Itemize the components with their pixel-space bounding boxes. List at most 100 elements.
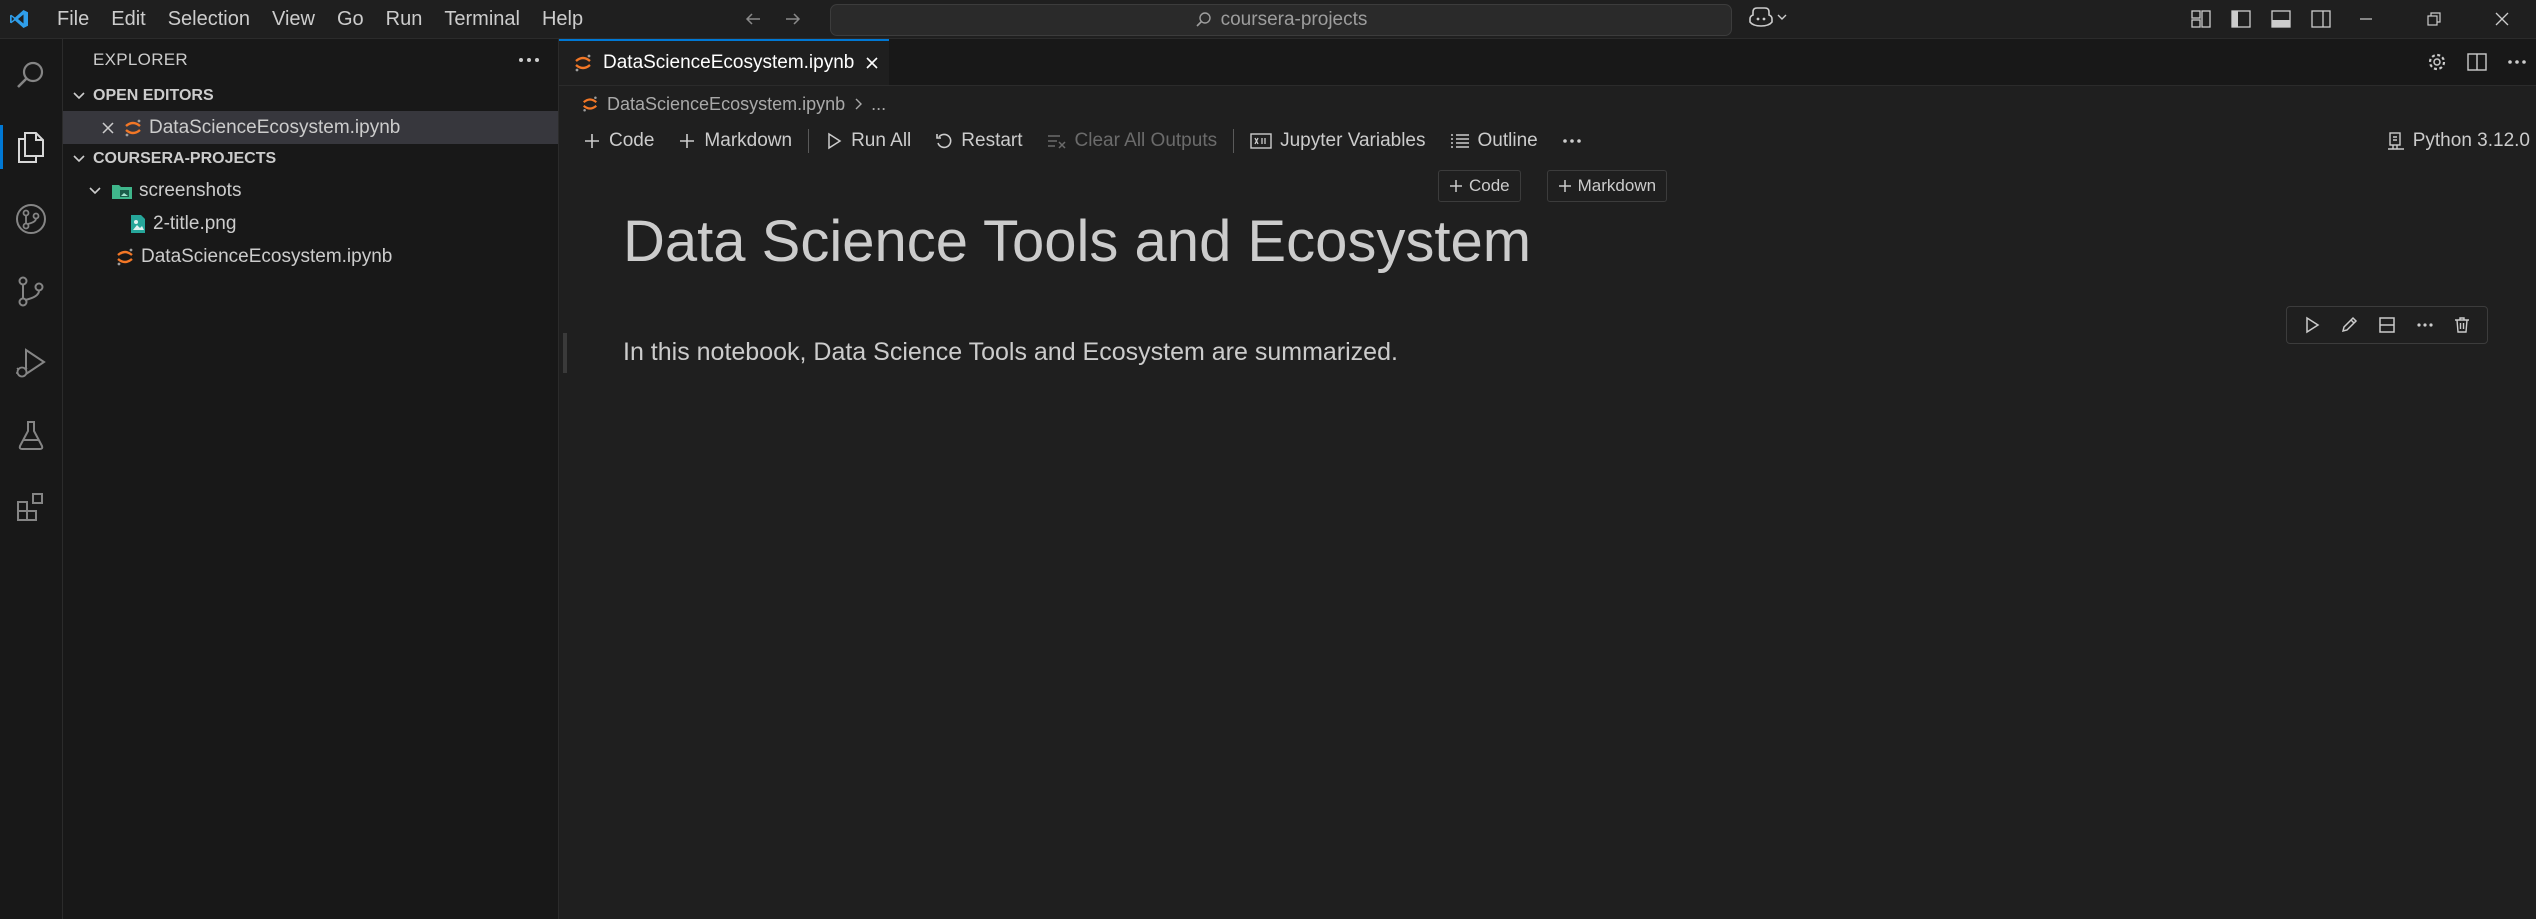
command-center-search[interactable]: coursera-projects — [830, 4, 1732, 36]
plus-icon — [1558, 180, 1571, 192]
activity-testing[interactable] — [0, 399, 62, 471]
restart-button[interactable]: Restart — [923, 125, 1034, 157]
plus-icon — [680, 134, 695, 148]
kernel-picker[interactable]: Python 3.12.0 — [2387, 122, 2530, 160]
close-icon[interactable] — [865, 56, 879, 70]
activity-run-debug[interactable] — [0, 327, 62, 399]
breadcrumb: DataScienceEcosystem.ipynb ... — [559, 86, 2536, 122]
plus-icon — [585, 134, 599, 148]
source-control-icon — [18, 276, 44, 307]
explorer-sidebar: EXPLORER OPEN EDITORS DataScienceEcosyst… — [63, 39, 559, 919]
toggle-panel-icon[interactable] — [2268, 6, 2294, 32]
run-all-button[interactable]: Run All — [813, 125, 923, 157]
file-2-title-png[interactable]: 2-title.png — [63, 207, 558, 240]
activity-source-control[interactable] — [0, 255, 62, 327]
breadcrumb-file[interactable]: DataScienceEcosystem.ipynb — [607, 94, 845, 115]
title-bar: File Edit Selection View Go Run Terminal… — [0, 0, 2536, 39]
run-all-label: Run All — [851, 130, 912, 151]
insert-code-cell-button[interactable]: Code — [1438, 170, 1521, 202]
search-icon — [17, 61, 44, 88]
add-code-label: Code — [609, 130, 655, 151]
insert-code-label: Code — [1469, 176, 1510, 195]
breadcrumb-rest[interactable]: ... — [871, 94, 886, 115]
outline-button[interactable]: Outline — [1438, 125, 1550, 157]
insert-markdown-cell-button[interactable]: Markdown — [1546, 170, 1668, 202]
git-graph-icon — [16, 204, 46, 234]
jupyter-variables-label: Jupyter Variables — [1280, 130, 1426, 151]
add-markdown-cell-button[interactable]: Markdown — [666, 125, 804, 157]
more-actions-icon[interactable] — [2412, 312, 2438, 338]
restore-icon[interactable] — [2400, 0, 2468, 38]
kernel-label: Python 3.12.0 — [2412, 130, 2530, 151]
menu-selection[interactable]: Selection — [157, 4, 261, 35]
copilot-icon — [1748, 6, 1774, 28]
open-editor-label: DataScienceEcosystem.ipynb — [149, 116, 401, 138]
toggle-secondary-sidebar-icon[interactable] — [2308, 6, 2334, 32]
layout-controls — [2188, 6, 2334, 32]
trash-icon[interactable] — [2449, 312, 2475, 338]
menu-edit[interactable]: Edit — [100, 4, 156, 35]
add-markdown-label: Markdown — [704, 130, 793, 151]
markdown-paragraph: In this notebook, Data Science Tools and… — [623, 338, 1398, 366]
plus-icon — [1450, 180, 1462, 192]
flask-icon — [18, 421, 44, 450]
clear-all-outputs-label: Clear All Outputs — [1074, 130, 1218, 151]
activity-explorer[interactable] — [0, 111, 62, 183]
edit-pencil-icon[interactable] — [2336, 312, 2362, 338]
file-label: DataScienceEcosystem.ipynb — [141, 245, 393, 267]
toolbar-divider — [1233, 129, 1235, 153]
customize-layout-icon[interactable] — [2188, 6, 2214, 32]
chevron-down-icon — [1776, 11, 1788, 23]
menu-help[interactable]: Help — [531, 4, 594, 35]
file-datascienceecosystem[interactable]: DataScienceEcosystem.ipynb — [63, 240, 558, 273]
markdown-heading: Data Science Tools and Ecosystem — [623, 209, 1532, 274]
menu-run[interactable]: Run — [375, 4, 434, 35]
menu-file[interactable]: File — [46, 4, 100, 35]
navigation-arrows — [740, 6, 806, 32]
more-actions-icon[interactable] — [518, 57, 540, 63]
add-code-cell-button[interactable]: Code — [571, 125, 666, 157]
clear-all-outputs-button[interactable]: Clear All Outputs — [1035, 125, 1230, 157]
chevron-down-icon — [89, 186, 101, 194]
menu-view[interactable]: View — [261, 4, 326, 35]
activity-extensions[interactable] — [0, 471, 62, 543]
cell-focus-indicator[interactable] — [563, 333, 567, 373]
copilot-menu[interactable] — [1748, 6, 1788, 28]
toggle-primary-sidebar-icon[interactable] — [2228, 6, 2254, 32]
forward-arrow-icon[interactable] — [780, 6, 806, 32]
close-window-icon[interactable] — [2468, 0, 2536, 38]
tab-datascienceecosystem[interactable]: DataScienceEcosystem.ipynb — [559, 39, 889, 85]
close-icon[interactable] — [101, 121, 115, 135]
gear-icon[interactable] — [2424, 49, 2450, 75]
run-debug-icon — [16, 348, 46, 378]
more-actions-icon[interactable] — [2504, 49, 2530, 75]
toolbar-divider — [808, 129, 810, 153]
variables-icon — [1250, 133, 1272, 149]
folder-screenshots[interactable]: screenshots — [63, 174, 558, 207]
insert-cell-bar: Code Markdown — [1438, 170, 1668, 202]
minimize-icon[interactable] — [2332, 0, 2400, 38]
open-editors-title: OPEN EDITORS — [93, 87, 214, 104]
activity-search[interactable] — [0, 39, 62, 111]
image-file-icon — [131, 214, 145, 233]
cell-toolbar — [2286, 306, 2488, 344]
menu-terminal[interactable]: Terminal — [433, 4, 531, 35]
run-cell-icon[interactable] — [2299, 312, 2325, 338]
more-toolbar-actions-button[interactable] — [1550, 125, 1594, 157]
split-cell-icon[interactable] — [2374, 312, 2400, 338]
menu-go[interactable]: Go — [326, 4, 375, 35]
restart-icon — [936, 133, 952, 149]
split-editor-icon[interactable] — [2464, 49, 2490, 75]
chevron-right-icon — [853, 97, 863, 111]
activity-source-control-graph[interactable] — [0, 183, 62, 255]
open-editors-section[interactable]: OPEN EDITORS — [63, 81, 558, 111]
list-icon — [1450, 134, 1469, 148]
file-label: 2-title.png — [153, 212, 237, 234]
menu-bar: File Edit Selection View Go Run Terminal… — [46, 4, 594, 35]
jupyter-variables-button[interactable]: Jupyter Variables — [1238, 125, 1437, 157]
more-actions-icon — [1562, 139, 1581, 143]
back-arrow-icon[interactable] — [740, 6, 766, 32]
workspace-section[interactable]: COURSERA-PROJECTS — [63, 144, 558, 174]
explorer-title: EXPLORER — [93, 50, 188, 69]
open-editor-item[interactable]: DataScienceEcosystem.ipynb — [63, 111, 558, 144]
